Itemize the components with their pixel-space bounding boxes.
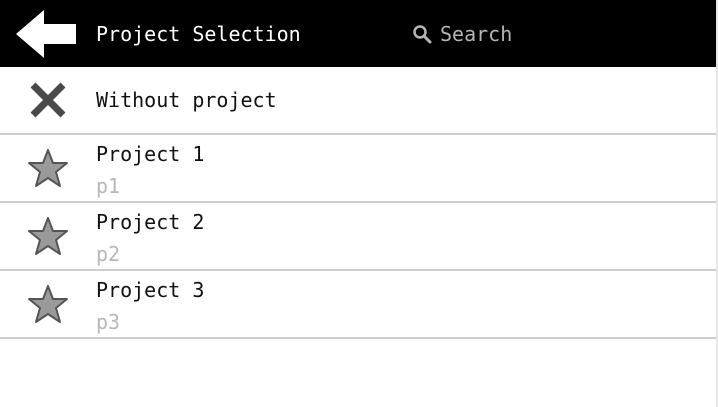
back-arrow-icon	[16, 10, 76, 58]
search-icon	[413, 25, 432, 44]
star-icon	[28, 285, 68, 323]
list-item-title: Project 1	[96, 142, 205, 166]
back-button[interactable]	[14, 8, 80, 60]
list-item-without-project[interactable]: Without project	[0, 67, 716, 135]
list-item-project-2[interactable]: Project 2 p2	[0, 203, 716, 271]
project-list: Without project Project 1 p1 Project 2 p…	[0, 67, 716, 339]
star-icon	[28, 149, 68, 187]
search-input[interactable]	[440, 20, 566, 48]
list-item-title: Project 3	[96, 278, 205, 302]
list-item-title: Project 2	[96, 210, 205, 234]
list-item-project-1[interactable]: Project 1 p1	[0, 135, 716, 203]
star-icon	[28, 217, 68, 255]
list-item-title: Without project	[96, 88, 277, 112]
page-title: Project Selection	[96, 22, 301, 46]
close-icon	[30, 82, 66, 118]
search-box[interactable]	[408, 20, 568, 48]
list-item-project-3[interactable]: Project 3 p3	[0, 271, 716, 339]
list-item-subtitle: p3	[96, 310, 121, 334]
header-bar: Project Selection	[0, 0, 716, 67]
list-item-subtitle: p2	[96, 242, 121, 266]
list-item-subtitle: p1	[96, 174, 121, 198]
